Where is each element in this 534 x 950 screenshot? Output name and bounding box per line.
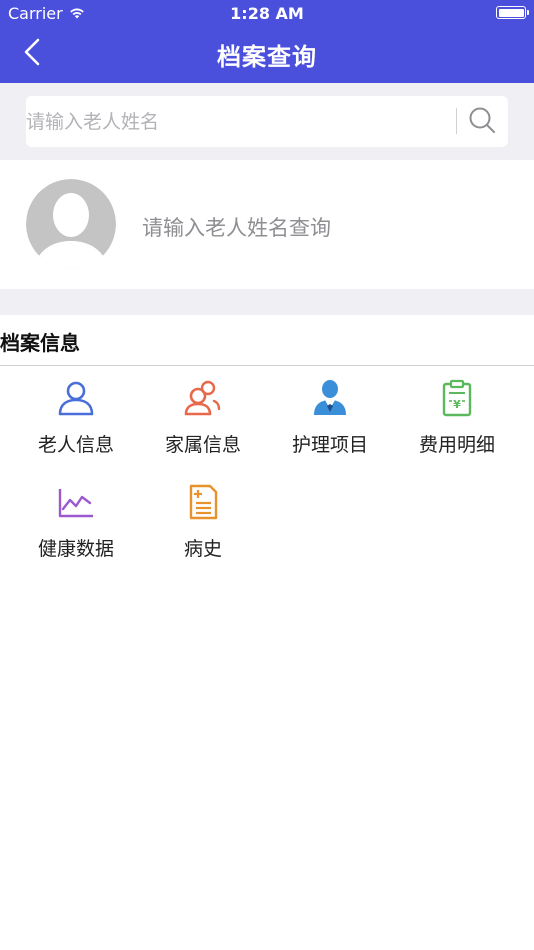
grid-item-label: 家属信息 bbox=[164, 434, 241, 456]
search-divider bbox=[456, 108, 457, 134]
caregiver-icon bbox=[310, 378, 350, 418]
header: Carrier 1:28 AM 档案查询 bbox=[0, 0, 534, 83]
profile-prompt: 请输入老人姓名查询 bbox=[142, 216, 331, 240]
grid-item-label: 病史 bbox=[183, 538, 222, 560]
grid-item-health-data[interactable]: 健康数据 bbox=[12, 482, 140, 562]
search-input[interactable] bbox=[26, 96, 446, 147]
search-icon bbox=[468, 106, 496, 138]
battery-fill bbox=[498, 8, 524, 17]
page-title: 档案查询 bbox=[217, 43, 317, 71]
search-box bbox=[26, 96, 508, 147]
grid-item-label: 健康数据 bbox=[37, 538, 114, 560]
person-icon bbox=[56, 378, 96, 418]
grid-item-label: 老人信息 bbox=[37, 434, 114, 456]
fee-clipboard-icon: ¥ bbox=[437, 378, 477, 418]
grid-item-family-info[interactable]: 家属信息 bbox=[139, 378, 267, 458]
medical-record-icon bbox=[183, 482, 223, 522]
grid-item-label: 护理项目 bbox=[291, 434, 368, 456]
line-chart-icon bbox=[56, 482, 96, 522]
default-avatar-icon bbox=[26, 179, 116, 273]
search-button[interactable] bbox=[466, 106, 498, 138]
avatar bbox=[26, 179, 116, 269]
grid-item-care-items[interactable]: 护理项目 bbox=[266, 378, 394, 458]
section-gap bbox=[0, 289, 534, 315]
profile-card: 请输入老人姓名查询 bbox=[0, 160, 534, 289]
battery-icon bbox=[496, 6, 529, 19]
search-section bbox=[0, 83, 534, 160]
svg-text:¥: ¥ bbox=[453, 398, 461, 411]
grid-item-medical-history[interactable]: 病史 bbox=[139, 482, 267, 562]
grid-item-elder-info[interactable]: 老人信息 bbox=[12, 378, 140, 458]
grid-item-label: 费用明细 bbox=[418, 434, 495, 456]
status-time: 1:28 AM bbox=[230, 4, 304, 23]
section-title: 档案信息 bbox=[0, 331, 80, 355]
family-icon bbox=[183, 378, 223, 418]
grid-item-fee-details[interactable]: ¥ 费用明细 bbox=[393, 378, 521, 458]
status-bar: Carrier 1:28 AM bbox=[0, 0, 534, 28]
section-divider bbox=[0, 365, 534, 366]
